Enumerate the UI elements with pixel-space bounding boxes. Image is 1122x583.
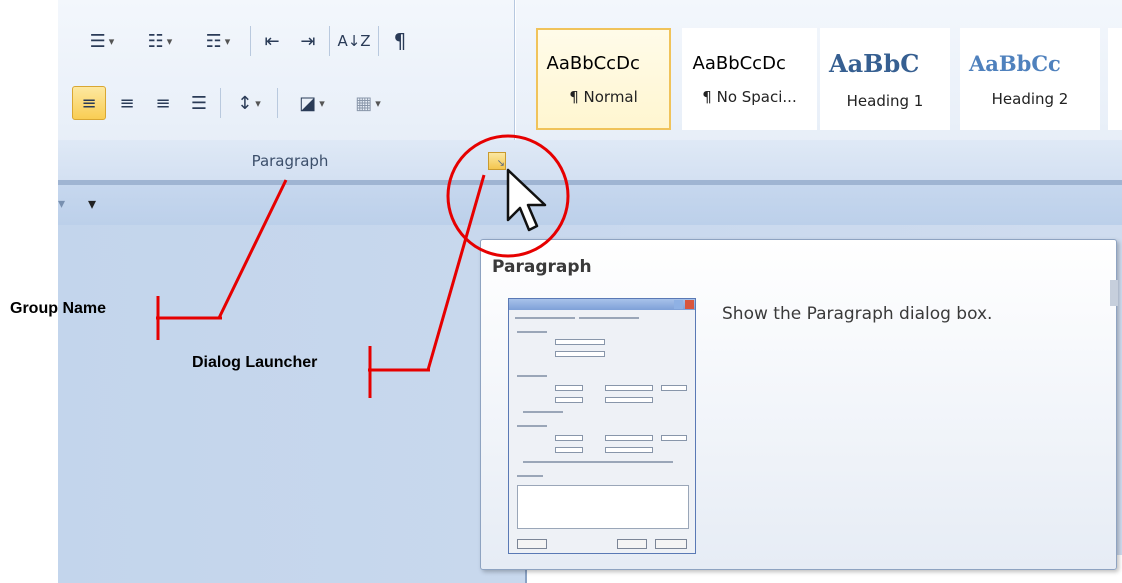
- dialog-launcher-pointer-line: [426, 174, 486, 371]
- annotation-overlay: [156, 134, 570, 398]
- group-name-pointer-line: [217, 179, 288, 319]
- group-name-label: Group Name: [10, 300, 107, 317]
- mouse-pointer-icon: [506, 168, 547, 232]
- dialog-launcher-label: Dialog Launcher: [192, 354, 318, 371]
